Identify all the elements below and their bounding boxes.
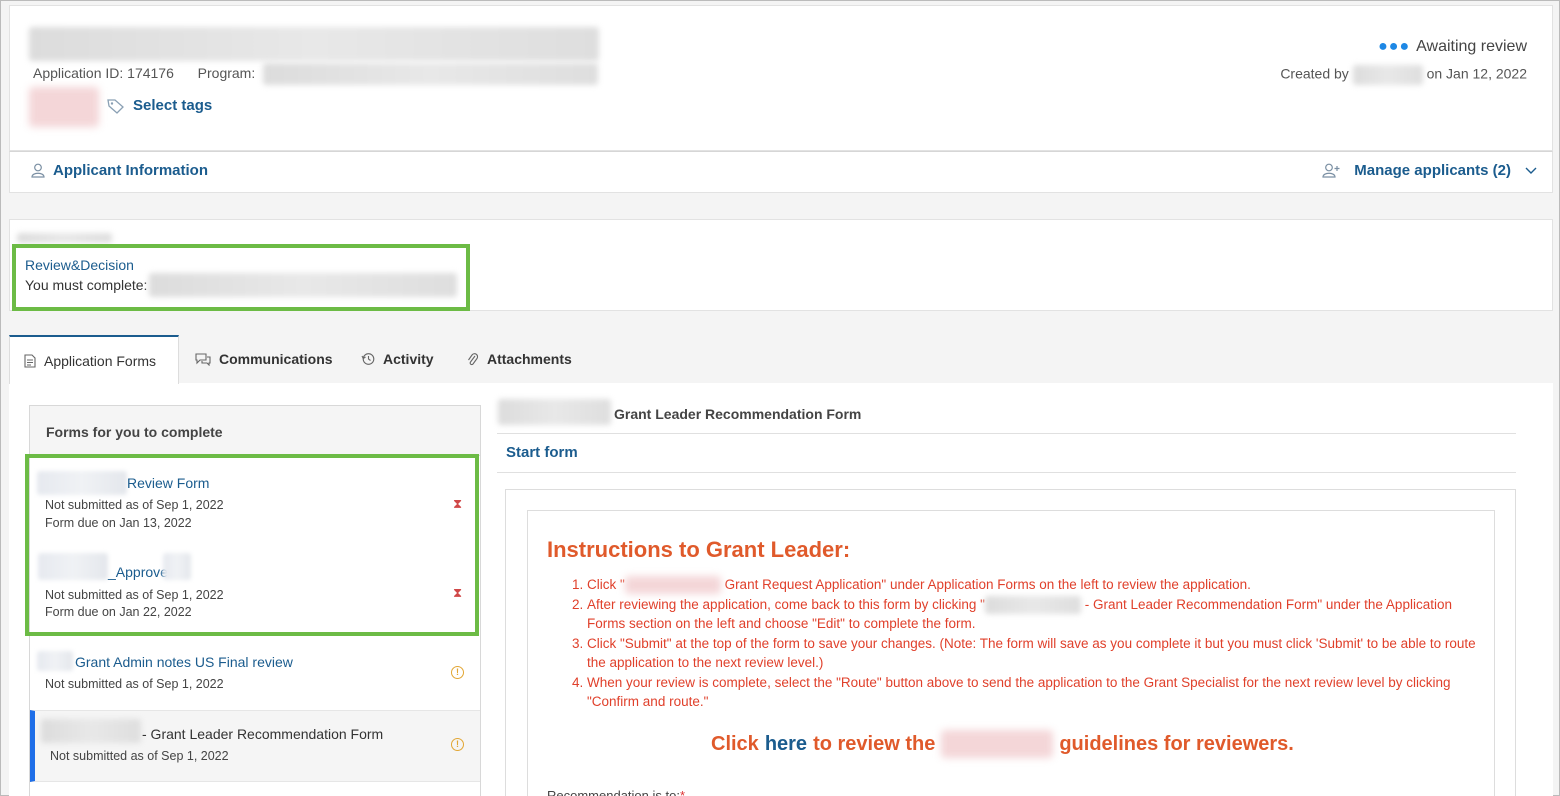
add-user-icon <box>1322 163 1340 178</box>
manage-applicants-label: Manage applicants (2) <box>1354 162 1511 179</box>
info-icon: ! <box>451 666 464 679</box>
form-name-redacted <box>37 651 73 671</box>
creator-redacted <box>1352 65 1423 85</box>
must-complete-label: You must complete: <box>25 277 148 293</box>
instruction-step: Click " Grant Request Application" under… <box>587 575 1477 595</box>
instruction-step: Click "Submit" at the top of the form to… <box>587 634 1477 673</box>
must-complete-redacted <box>149 273 457 297</box>
guidelines-text: guidelines for reviewers. <box>1059 732 1294 755</box>
chat-icon <box>195 353 211 366</box>
tab-activity[interactable]: Activity <box>347 335 448 383</box>
divider <box>497 472 1516 473</box>
status-indicator: ●●● Awaiting review <box>1378 38 1527 56</box>
step-text: Click " <box>587 577 625 592</box>
program-name-redacted <box>263 63 598 85</box>
created-by-label: Created by <box>1280 65 1349 82</box>
document-icon <box>24 353 36 368</box>
tab-label: Activity <box>383 351 434 367</box>
forms-highlight-box <box>25 454 479 636</box>
guidelines-line: Click here to review the guidelines for … <box>711 730 1294 758</box>
instruction-step: When your review is complete, select the… <box>587 673 1477 712</box>
step-text: Grant Request Application" under Applica… <box>724 577 1251 592</box>
select-tags-label: Select tags <box>133 97 213 114</box>
redacted-text <box>941 730 1054 758</box>
info-icon: ! <box>451 738 464 751</box>
here-link[interactable]: here <box>765 733 807 756</box>
click-text: Click <box>711 732 759 755</box>
select-tags-link[interactable]: Select tags <box>107 97 212 114</box>
grant-leader-form-link[interactable]: - Grant Leader Recommendation Form <box>142 726 383 742</box>
tab-application-forms[interactable]: Application Forms <box>9 335 179 384</box>
tag-icon <box>107 98 124 114</box>
review-text: to review the <box>813 732 936 755</box>
applicant-information-label: Applicant Information <box>53 162 208 179</box>
tab-communications[interactable]: Communications <box>181 335 347 383</box>
status-dots-icon: ●●● <box>1378 38 1411 55</box>
created-info: Created by on Jan 12, 2022 <box>1280 65 1527 85</box>
form-title: Grant Leader Recommendation Form <box>614 406 862 422</box>
history-icon <box>361 353 375 365</box>
recommendation-text: Recommendation is to: <box>547 788 680 796</box>
instructions-title: Instructions to Grant Leader: <box>547 537 851 562</box>
program-label: Program: <box>197 65 256 81</box>
step-text: After reviewing the application, come ba… <box>587 596 985 612</box>
tab-label: Attachments <box>487 351 572 367</box>
grant-admin-notes-link[interactable]: Grant Admin notes US Final review <box>75 654 293 670</box>
instructions-list: Click " Grant Request Application" under… <box>587 575 1477 712</box>
recommendation-label: Recommendation is to:* <box>547 788 685 796</box>
divider <box>497 433 1516 434</box>
review-decision-link[interactable]: Review&Decision <box>25 257 134 273</box>
form-status: Not submitted as of Sep 1, 2022 <box>50 749 229 763</box>
start-form-button[interactable]: Start form <box>506 444 578 461</box>
applicant-information-link[interactable]: Applicant Information <box>31 162 208 179</box>
required-asterisk: * <box>679 788 686 796</box>
form-name-redacted <box>41 719 141 743</box>
tab-attachments[interactable]: Attachments <box>453 335 586 383</box>
status-text: Awaiting review <box>1416 38 1527 55</box>
application-meta: Application ID: 174176 Program: <box>33 65 255 81</box>
manage-applicants-dropdown[interactable]: Manage applicants (2) <box>1322 162 1537 179</box>
form-prefix-redacted <box>498 399 611 425</box>
chevron-down-icon <box>1525 167 1537 174</box>
redacted-text <box>984 595 1081 614</box>
instruction-step: After reviewing the application, come ba… <box>587 595 1477 634</box>
paperclip-icon <box>468 352 479 365</box>
review-heading-redacted <box>17 233 112 243</box>
tab-label: Communications <box>219 351 333 367</box>
forms-list-heading: Forms for you to complete <box>30 406 480 456</box>
user-icon <box>31 163 45 178</box>
application-id: Application ID: 174176 <box>33 65 174 81</box>
redacted-text <box>624 576 721 595</box>
form-status: Not submitted as of Sep 1, 2022 <box>45 677 224 691</box>
tag-redacted <box>29 87 99 127</box>
tab-label: Application Forms <box>44 352 157 369</box>
application-title-redacted <box>29 27 599 61</box>
created-date: on Jan 12, 2022 <box>1426 65 1527 82</box>
